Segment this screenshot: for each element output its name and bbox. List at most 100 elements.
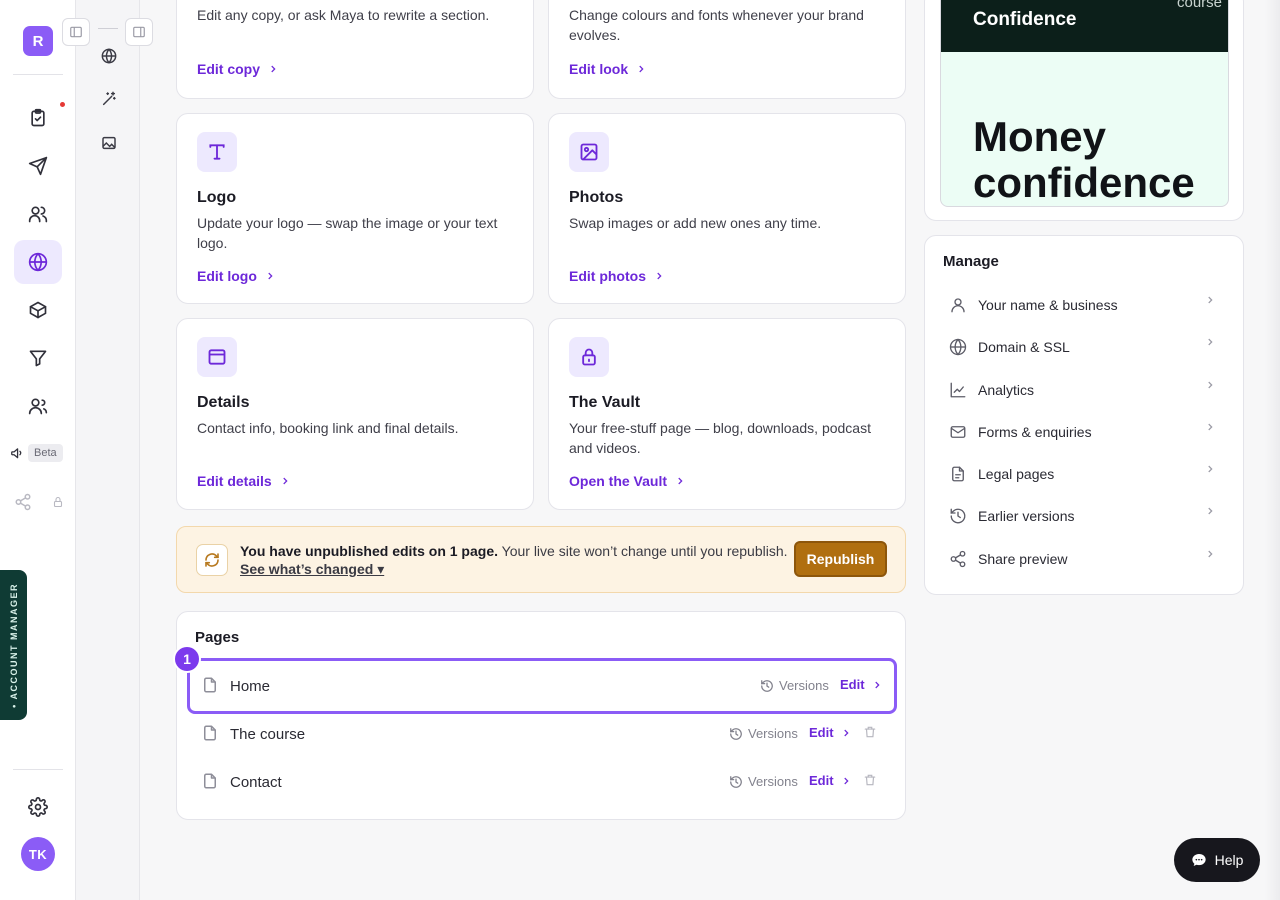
versions-label: Versions [748,774,798,789]
user-avatar[interactable]: TK [21,837,55,871]
rail-share-locked [14,492,64,512]
mail-icon [949,423,967,441]
photos-card-description: Swap images or add new ones any time. [569,215,822,231]
subnav-site[interactable] [98,45,120,67]
versions-button[interactable]: Versions [760,678,829,693]
subnav-media[interactable] [98,132,120,154]
edit-copy-label: Edit copy [197,61,261,77]
chevron-right-icon [1205,506,1215,516]
edit-page-button[interactable]: Edit [809,773,851,788]
rail-settings[interactable] [14,785,62,829]
versions-button[interactable]: Versions [729,726,798,741]
workspace-logo[interactable]: R [23,26,53,56]
edit-photos-link[interactable]: Edit photos [569,268,664,284]
file-icon [201,772,219,790]
people-icon [28,396,48,416]
rail-products[interactable] [14,288,62,332]
details-card-title: Details [197,394,250,411]
subnav-divider [98,28,118,29]
sidebar-toggle-icon [69,25,83,39]
globe-icon [101,48,117,64]
chevron-right-icon [872,680,882,690]
versions-button[interactable]: Versions [729,774,798,789]
rail-contacts[interactable] [14,192,62,236]
manage-item-domain[interactable]: Domain & SSL [939,333,1229,363]
look-card: Change colours and fonts whenever your b… [548,0,906,99]
rail-funnels[interactable] [14,336,62,380]
chevron-right-icon [841,728,851,738]
help-button[interactable]: Help [1174,838,1260,882]
lock-icon [569,337,609,377]
edit-photos-label: Edit photos [569,268,646,284]
help-label: Help [1214,852,1244,868]
page-row-contact[interactable]: Contact Versions Edit [187,755,897,811]
chevron-right-icon [1205,295,1215,305]
delete-page-button[interactable] [863,773,877,787]
versions-label: Versions [748,726,798,741]
manage-item-analytics[interactable]: Analytics [939,376,1229,406]
subnav-ai-tools[interactable] [98,88,120,110]
edit-logo-link[interactable]: Edit logo [197,268,275,284]
edit-look-link[interactable]: Edit look [569,61,646,77]
rail-community[interactable] [14,384,62,428]
globe-icon [949,338,967,356]
vault-card-title: The Vault [569,394,641,411]
chevron-right-icon [1205,464,1215,474]
magic-wand-icon [101,91,117,107]
step-badge: 1 [173,645,201,673]
edit-label: Edit [840,677,865,692]
manage-item-versions[interactable]: Earlier versions [939,502,1229,532]
manage-item-forms[interactable]: Forms & enquiries [939,418,1229,448]
manage-item-label: Your name & business [978,297,1118,313]
chevron-right-icon [675,476,685,486]
account-manager-tab[interactable]: • ACCOUNT MANAGER [0,570,27,720]
site-preview[interactable]: Confidence course Money confidence [940,0,1229,207]
edit-page-button[interactable]: Edit [809,725,851,740]
rail-campaigns[interactable] [14,144,62,188]
manage-item-share-preview[interactable]: Share preview [939,545,1229,575]
page-name: The course [230,726,306,743]
chevron-right-icon [654,271,664,281]
edit-page-button[interactable]: Edit [840,677,882,692]
pages-card: Pages Home Versions Edit The course Vers… [176,611,906,820]
look-card-description: Change colours and fonts whenever your b… [569,7,864,43]
rail-announcements[interactable]: Beta [10,443,76,463]
page-edge [1265,0,1280,900]
pages-title: Pages [195,629,240,646]
site-preview-card: Confidence course Money confidence [924,0,1244,221]
chat-bubble-icon [1191,852,1207,868]
see-changes-link[interactable]: See what’s changed ▾ [240,561,384,578]
page-name: Contact [230,774,282,791]
manage-item-legal[interactable]: Legal pages [939,460,1229,490]
rail-website[interactable] [14,240,62,284]
details-card-description: Contact info, booking link and final det… [197,420,459,436]
chevron-right-icon [841,776,851,786]
preview-hero-line: Money [973,113,1107,160]
collapse-sidebar-button[interactable] [62,18,90,46]
edit-details-label: Edit details [197,473,272,489]
manage-item-label: Legal pages [978,466,1055,482]
edit-copy-link[interactable]: Edit copy [197,61,278,77]
edit-logo-label: Edit logo [197,268,257,284]
type-icon [197,132,237,172]
republish-button[interactable]: Republish [794,541,887,577]
edit-details-link[interactable]: Edit details [197,473,290,489]
vault-card-description: Your free-stuff page — blog, downloads, … [569,420,871,456]
open-vault-link[interactable]: Open the Vault [569,473,685,489]
user-icon [949,296,967,314]
logo-card: Logo Update your logo — swap the image o… [176,113,534,304]
clipboard-check-icon [28,102,65,128]
rail-tasks[interactable] [14,96,65,140]
page-row-home[interactable]: Home Versions Edit [187,658,897,714]
manage-item-name-business[interactable]: Your name & business [939,291,1229,321]
delete-page-button[interactable] [863,725,877,739]
trash-icon [863,725,877,739]
manage-item-label: Analytics [978,382,1035,398]
page-name: Home [230,678,271,695]
preview-nav-item: course [1177,0,1223,11]
account-manager-label: • ACCOUNT MANAGER [8,582,19,708]
expand-subnav-button[interactable] [125,18,153,46]
chevron-right-icon [280,476,290,486]
globe-icon [28,252,48,272]
unpublished-banner: You have unpublished edits on 1 page. Yo… [176,526,906,593]
